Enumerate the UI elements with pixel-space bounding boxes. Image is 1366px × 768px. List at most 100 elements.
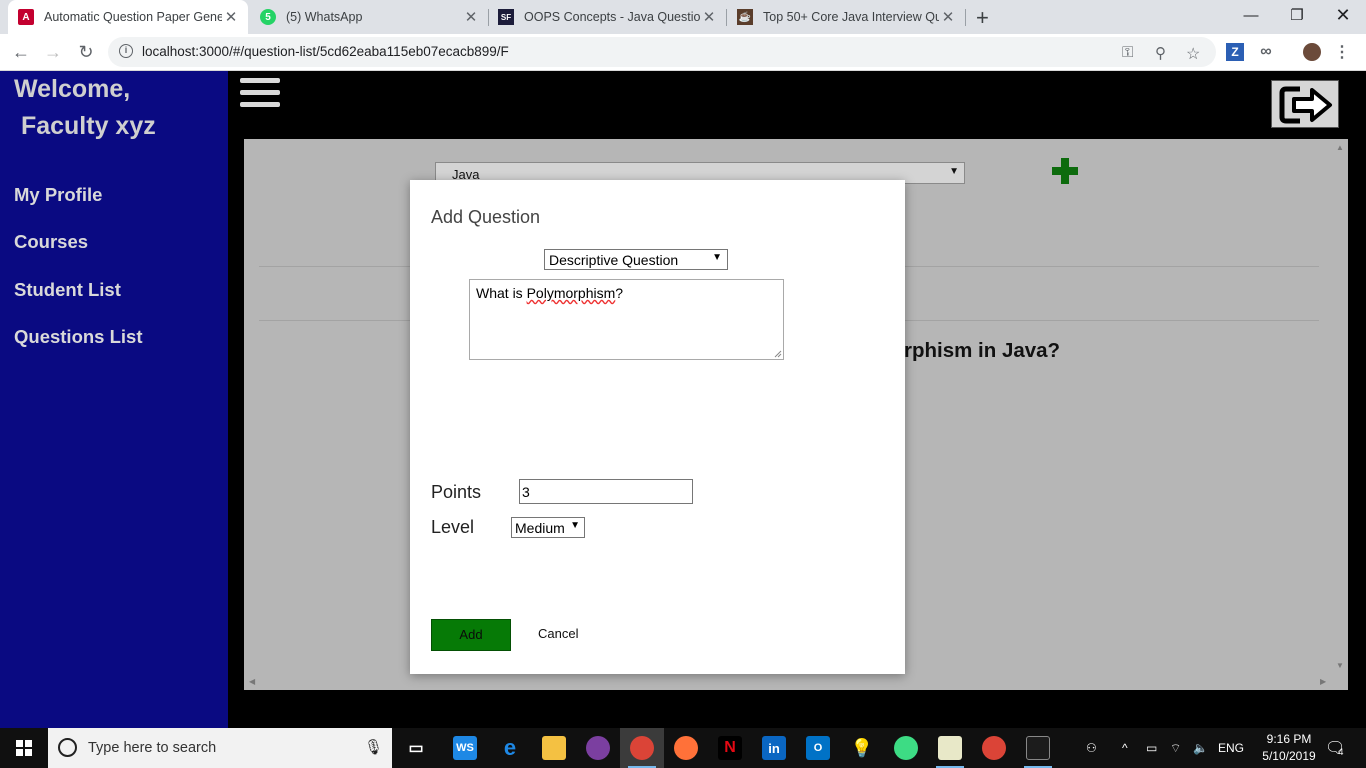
tips-app[interactable]: 💡 (840, 728, 884, 768)
app-purple[interactable] (576, 728, 620, 768)
profile-avatar[interactable] (1303, 43, 1321, 61)
start-button[interactable] (0, 728, 48, 768)
chrome-app-2[interactable] (972, 728, 1016, 768)
sidebar-item-questions-list[interactable]: Questions List (14, 326, 143, 348)
reload-icon[interactable]: ↻ (75, 41, 97, 63)
logout-button[interactable] (1271, 80, 1339, 128)
linkedin-icon: in (762, 736, 786, 760)
linkedin-app[interactable]: in (752, 728, 796, 768)
battery-icon[interactable]: ▭ (1146, 728, 1157, 768)
windows-taskbar: Type here to search 🎙 ▭ WS e N in O 💡 ⚇ … (0, 728, 1366, 768)
level-label: Level (431, 517, 475, 537)
outlook-app[interactable]: O (796, 728, 840, 768)
search-circle-icon (58, 738, 77, 757)
question-type-value: Descriptive Question (549, 252, 679, 268)
close-tab-icon[interactable]: ✕ (222, 8, 240, 26)
new-tab-button[interactable]: + (976, 5, 989, 31)
file-explorer-app[interactable] (532, 728, 576, 768)
wifi-icon[interactable]: ⌔ (1170, 728, 1181, 768)
plus-icon-vertical (1061, 158, 1069, 184)
whatsapp-icon: 5 (260, 9, 276, 25)
horizontal-scrollbar[interactable]: ◀ ▶ (244, 674, 1333, 690)
forward-icon[interactable]: → (42, 41, 64, 63)
logout-icon (1279, 86, 1332, 124)
terminal-app[interactable] (1016, 728, 1060, 768)
vertical-scrollbar[interactable]: ▲ ▼ (1333, 140, 1348, 674)
info-icon[interactable]: i (119, 44, 133, 58)
cancel-button[interactable]: Cancel (538, 626, 578, 641)
taskbar-search-box[interactable]: Type here to search 🎙 (48, 728, 392, 768)
tab-core-java-interview[interactable]: ☕ Top 50+ Core Java Interview Que ✕ (727, 0, 965, 34)
tab-title: OOPS Concepts - Java Questions (524, 10, 700, 24)
microphone-icon[interactable]: 🎙 (364, 738, 383, 756)
scroll-right-icon[interactable]: ▶ (1320, 677, 1326, 686)
sidebar: Welcome, Faculty xyz My Profile Courses … (0, 71, 228, 728)
minimize-icon[interactable]: — (1228, 0, 1274, 30)
app-purple-icon (586, 736, 610, 760)
sf-icon: SF (498, 9, 514, 25)
hamburger-menu-icon[interactable] (240, 78, 280, 109)
tab-title: (5) WhatsApp (286, 10, 363, 24)
scroll-down-icon[interactable]: ▼ (1336, 661, 1344, 670)
resize-grip-icon[interactable] (774, 350, 782, 358)
key-icon[interactable]: ⚿ (1122, 44, 1133, 61)
question-type-select[interactable]: Descriptive Question ▼ (544, 249, 728, 270)
menu-icon[interactable]: ⋮ (1333, 43, 1351, 61)
tab-automatic-question-paper[interactable]: A Automatic Question Paper Gener ✕ (8, 0, 248, 34)
zoom-icon[interactable]: ⚲ (1155, 44, 1166, 62)
add-button[interactable]: Add (431, 619, 511, 651)
sidebar-item-courses[interactable]: Courses (14, 231, 88, 253)
restore-icon[interactable]: ❐ (1274, 0, 1320, 30)
bookmark-star-icon[interactable]: ☆ (1186, 44, 1200, 64)
scroll-up-icon[interactable]: ▲ (1336, 143, 1344, 152)
webstorm-app[interactable]: WS (443, 728, 487, 768)
close-tab-icon[interactable]: ✕ (939, 8, 957, 26)
task-view-button[interactable]: ▭ (394, 728, 438, 768)
firefox-app[interactable] (664, 728, 708, 768)
back-icon[interactable]: ← (10, 41, 32, 63)
date-text: 5/10/2019 (1262, 749, 1316, 763)
tab-whatsapp[interactable]: 5 (5) WhatsApp ✕ (250, 0, 488, 34)
language-indicator[interactable]: ENG (1218, 728, 1244, 768)
points-label: Points (431, 482, 482, 502)
angular-icon: A (18, 9, 34, 25)
chevron-up-icon[interactable]: ^ (1122, 728, 1128, 768)
bottom-strip (228, 690, 1366, 728)
volume-icon[interactable]: 🔈 (1193, 728, 1208, 768)
sidebar-item-my-profile[interactable]: My Profile (14, 184, 102, 206)
edge-icon: e (503, 735, 517, 760)
scroll-left-icon[interactable]: ◀ (249, 677, 255, 686)
people-icon[interactable]: ⚇ (1086, 728, 1097, 768)
lightbulb-icon: 💡 (850, 737, 874, 758)
points-input[interactable]: 3 (519, 479, 693, 504)
spreadsheet-app[interactable] (928, 728, 972, 768)
clock[interactable]: 9:16 PM 5/10/2019 (1254, 731, 1324, 765)
top-bar (228, 71, 1366, 139)
close-tab-icon[interactable]: ✕ (700, 8, 718, 26)
dialog-title: Add Question (431, 207, 541, 227)
dropdown-arrow-icon: ▼ (570, 520, 580, 531)
level-select[interactable]: Medium ▼ (511, 517, 585, 538)
terminal-icon (1026, 736, 1050, 760)
tab-oops-concepts[interactable]: SF OOPS Concepts - Java Questions ✕ (488, 0, 726, 34)
browser-tab-strip: A Automatic Question Paper Gener ✕ 5 (5)… (0, 0, 1366, 34)
folder-icon (542, 736, 566, 760)
netflix-app[interactable]: N (708, 728, 752, 768)
question-textarea[interactable]: What is Polymorphism? (469, 279, 784, 360)
address-bar[interactable]: i localhost:3000/#/question-list/5cd62ea… (108, 37, 1216, 67)
zotero-extension-icon[interactable]: Z (1226, 43, 1244, 61)
java-icon: ☕ (737, 9, 753, 25)
welcome-text: Welcome, Faculty xyz (14, 75, 156, 140)
tab-title: Automatic Question Paper Gener (44, 10, 222, 24)
infinity-extension-icon[interactable]: ∞ (1257, 43, 1275, 61)
question-text-suffix: ? (615, 285, 624, 301)
android-studio-app[interactable] (884, 728, 928, 768)
notification-icon[interactable]: 🗨 4 (1325, 728, 1345, 768)
close-tab-icon[interactable]: ✕ (462, 8, 480, 26)
dropdown-arrow-icon: ▼ (712, 252, 722, 263)
chrome-app[interactable] (620, 728, 664, 768)
add-question-button[interactable] (1052, 158, 1078, 184)
close-window-icon[interactable]: ✕ (1320, 0, 1366, 30)
edge-app[interactable]: e (488, 728, 532, 768)
sidebar-item-student-list[interactable]: Student List (14, 279, 121, 301)
